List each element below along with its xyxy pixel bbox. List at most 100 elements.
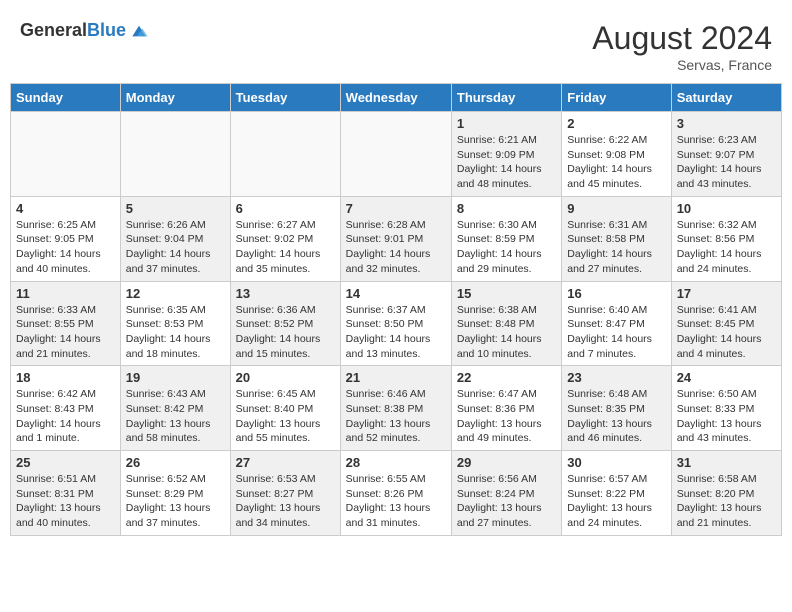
day-number: 27 xyxy=(236,455,335,470)
day-info: Sunrise: 6:35 AM Sunset: 8:53 PM Dayligh… xyxy=(126,303,225,362)
day-cell: 1Sunrise: 6:21 AM Sunset: 9:09 PM Daylig… xyxy=(451,112,561,197)
day-info: Sunrise: 6:57 AM Sunset: 8:22 PM Dayligh… xyxy=(567,472,665,531)
day-info: Sunrise: 6:33 AM Sunset: 8:55 PM Dayligh… xyxy=(16,303,115,362)
day-cell: 24Sunrise: 6:50 AM Sunset: 8:33 PM Dayli… xyxy=(671,366,781,451)
day-cell: 23Sunrise: 6:48 AM Sunset: 8:35 PM Dayli… xyxy=(562,366,671,451)
logo-blue: Blue xyxy=(87,20,126,40)
day-number: 3 xyxy=(677,116,776,131)
day-number: 19 xyxy=(126,370,225,385)
day-info: Sunrise: 6:51 AM Sunset: 8:31 PM Dayligh… xyxy=(16,472,115,531)
col-header-tuesday: Tuesday xyxy=(230,84,340,112)
day-cell: 2 Sunrise: 6:22 AM Sunset: 9:08 PM Daylig… xyxy=(562,112,671,197)
day-cell: 4 Sunrise: 6:25 AM Sunset: 9:05 PM Daylig… xyxy=(11,196,121,281)
day-cell: 3 Sunrise: 6:23 AM Sunset: 9:07 PM Daylig… xyxy=(671,112,781,197)
day-info: Sunrise: 6:47 AM Sunset: 8:36 PM Dayligh… xyxy=(457,387,556,446)
day-number: 29 xyxy=(457,455,556,470)
title-block: August 2024 Servas, France xyxy=(592,20,772,73)
location: Servas, France xyxy=(592,57,772,73)
day-info: Sunrise: 6:53 AM Sunset: 8:27 PM Dayligh… xyxy=(236,472,335,531)
day-cell: 27 Sunrise: 6:53 AM Sunset: 8:27 PM Dayli… xyxy=(230,451,340,536)
day-info: Sunrise: 6:36 AM Sunset: 8:52 PM Dayligh… xyxy=(236,303,335,362)
col-header-friday: Friday xyxy=(562,84,671,112)
day-info: Sunrise: 6:48 AM Sunset: 8:35 PM Dayligh… xyxy=(567,387,665,446)
week-row-3: 11 Sunrise: 6:33 AM Sunset: 8:55 PM Dayli… xyxy=(11,281,782,366)
day-cell: 28Sunrise: 6:55 AM Sunset: 8:26 PM Dayli… xyxy=(340,451,451,536)
day-number: 7 xyxy=(346,201,446,216)
day-info: Sunrise: 6:23 AM Sunset: 9:07 PM Dayligh… xyxy=(677,133,776,192)
day-cell: 6 Sunrise: 6:27 AM Sunset: 9:02 PM Daylig… xyxy=(230,196,340,281)
day-cell: 15 Sunrise: 6:38 AM Sunset: 8:48 PM Dayli… xyxy=(451,281,561,366)
week-row-4: 18Sunrise: 6:42 AM Sunset: 8:43 PM Dayli… xyxy=(11,366,782,451)
logo: GeneralBlue xyxy=(20,20,149,41)
day-info: Sunrise: 6:22 AM Sunset: 9:08 PM Dayligh… xyxy=(567,133,665,192)
day-cell: 11 Sunrise: 6:33 AM Sunset: 8:55 PM Dayli… xyxy=(11,281,121,366)
day-cell: 30 Sunrise: 6:57 AM Sunset: 8:22 PM Dayli… xyxy=(562,451,671,536)
day-info: Sunrise: 6:38 AM Sunset: 8:48 PM Dayligh… xyxy=(457,303,556,362)
logo-icon xyxy=(129,21,149,41)
day-info: Sunrise: 6:41 AM Sunset: 8:45 PM Dayligh… xyxy=(677,303,776,362)
col-header-monday: Monday xyxy=(120,84,230,112)
page-header: GeneralBlue August 2024 Servas, France xyxy=(10,10,782,78)
day-info: Sunrise: 6:42 AM Sunset: 8:43 PM Dayligh… xyxy=(16,387,115,446)
day-cell: 26 Sunrise: 6:52 AM Sunset: 8:29 PM Dayli… xyxy=(120,451,230,536)
day-info: Sunrise: 6:37 AM Sunset: 8:50 PM Dayligh… xyxy=(346,303,446,362)
col-header-thursday: Thursday xyxy=(451,84,561,112)
day-cell: 10Sunrise: 6:32 AM Sunset: 8:56 PM Dayli… xyxy=(671,196,781,281)
day-cell: 12 Sunrise: 6:35 AM Sunset: 8:53 PM Dayli… xyxy=(120,281,230,366)
day-cell: 19 Sunrise: 6:43 AM Sunset: 8:42 PM Dayli… xyxy=(120,366,230,451)
day-number: 22 xyxy=(457,370,556,385)
day-cell: 5 Sunrise: 6:26 AM Sunset: 9:04 PM Daylig… xyxy=(120,196,230,281)
day-info: Sunrise: 6:50 AM Sunset: 8:33 PM Dayligh… xyxy=(677,387,776,446)
day-cell: 22 Sunrise: 6:47 AM Sunset: 8:36 PM Dayli… xyxy=(451,366,561,451)
day-number: 28 xyxy=(346,455,446,470)
day-cell: 17 Sunrise: 6:41 AM Sunset: 8:45 PM Dayli… xyxy=(671,281,781,366)
day-cell xyxy=(120,112,230,197)
day-info: Sunrise: 6:46 AM Sunset: 8:38 PM Dayligh… xyxy=(346,387,446,446)
day-cell: 13Sunrise: 6:36 AM Sunset: 8:52 PM Dayli… xyxy=(230,281,340,366)
day-number: 17 xyxy=(677,286,776,301)
day-info: Sunrise: 6:43 AM Sunset: 8:42 PM Dayligh… xyxy=(126,387,225,446)
day-cell: 21 Sunrise: 6:46 AM Sunset: 8:38 PM Dayli… xyxy=(340,366,451,451)
day-number: 9 xyxy=(567,201,665,216)
day-info: Sunrise: 6:32 AM Sunset: 8:56 PM Dayligh… xyxy=(677,218,776,277)
day-number: 20 xyxy=(236,370,335,385)
day-number: 12 xyxy=(126,286,225,301)
day-cell: 20Sunrise: 6:45 AM Sunset: 8:40 PM Dayli… xyxy=(230,366,340,451)
day-number: 25 xyxy=(16,455,115,470)
day-number: 2 xyxy=(567,116,665,131)
day-info: Sunrise: 6:27 AM Sunset: 9:02 PM Dayligh… xyxy=(236,218,335,277)
day-info: Sunrise: 6:52 AM Sunset: 8:29 PM Dayligh… xyxy=(126,472,225,531)
week-row-2: 4 Sunrise: 6:25 AM Sunset: 9:05 PM Daylig… xyxy=(11,196,782,281)
day-number: 16 xyxy=(567,286,665,301)
day-number: 4 xyxy=(16,201,115,216)
day-info: Sunrise: 6:25 AM Sunset: 9:05 PM Dayligh… xyxy=(16,218,115,277)
day-number: 6 xyxy=(236,201,335,216)
day-number: 14 xyxy=(346,286,446,301)
day-number: 26 xyxy=(126,455,225,470)
col-header-saturday: Saturday xyxy=(671,84,781,112)
day-info: Sunrise: 6:56 AM Sunset: 8:24 PM Dayligh… xyxy=(457,472,556,531)
day-info: Sunrise: 6:58 AM Sunset: 8:20 PM Dayligh… xyxy=(677,472,776,531)
day-number: 31 xyxy=(677,455,776,470)
day-number: 5 xyxy=(126,201,225,216)
col-header-sunday: Sunday xyxy=(11,84,121,112)
day-cell: 9Sunrise: 6:31 AM Sunset: 8:58 PM Daylig… xyxy=(562,196,671,281)
day-cell: 8Sunrise: 6:30 AM Sunset: 8:59 PM Daylig… xyxy=(451,196,561,281)
day-cell xyxy=(230,112,340,197)
day-info: Sunrise: 6:21 AM Sunset: 9:09 PM Dayligh… xyxy=(457,133,556,192)
month-year: August 2024 xyxy=(592,20,772,57)
calendar-table: SundayMondayTuesdayWednesdayThursdayFrid… xyxy=(10,83,782,536)
day-number: 8 xyxy=(457,201,556,216)
day-number: 30 xyxy=(567,455,665,470)
day-info: Sunrise: 6:40 AM Sunset: 8:47 PM Dayligh… xyxy=(567,303,665,362)
day-number: 21 xyxy=(346,370,446,385)
day-number: 15 xyxy=(457,286,556,301)
day-cell xyxy=(11,112,121,197)
day-cell: 18Sunrise: 6:42 AM Sunset: 8:43 PM Dayli… xyxy=(11,366,121,451)
day-info: Sunrise: 6:28 AM Sunset: 9:01 PM Dayligh… xyxy=(346,218,446,277)
calendar-header-row: SundayMondayTuesdayWednesdayThursdayFrid… xyxy=(11,84,782,112)
day-cell xyxy=(340,112,451,197)
day-number: 11 xyxy=(16,286,115,301)
day-cell: 25 Sunrise: 6:51 AM Sunset: 8:31 PM Dayli… xyxy=(11,451,121,536)
day-info: Sunrise: 6:26 AM Sunset: 9:04 PM Dayligh… xyxy=(126,218,225,277)
